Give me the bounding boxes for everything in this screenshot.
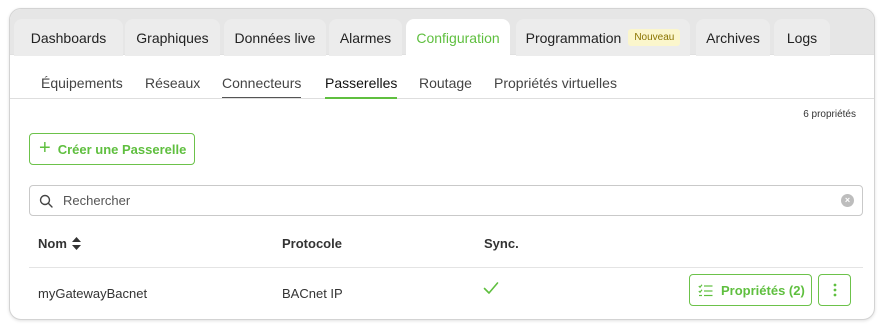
column-header-protocole: Protocole: [282, 236, 342, 251]
subtab-reseaux[interactable]: Réseaux: [145, 75, 200, 97]
sort-icon[interactable]: [71, 237, 81, 250]
search-box: ×: [29, 185, 863, 216]
search-input[interactable]: [63, 193, 803, 208]
checklist-icon: [698, 283, 713, 296]
tab-programmation[interactable]: Programmation Nouveau: [516, 19, 690, 56]
column-header-label: Nom: [38, 236, 67, 251]
tab-donnees-live[interactable]: Données live: [224, 19, 326, 56]
tab-label: Logs: [786, 29, 818, 46]
gateway-protocol-cell: BACnet IP: [282, 286, 343, 301]
properties-button[interactable]: Propriétés (2): [689, 274, 812, 306]
tab-dashboards[interactable]: Dashboards: [14, 19, 123, 56]
sync-check-icon: [483, 282, 499, 294]
tab-alarmes[interactable]: Alarmes: [329, 19, 402, 56]
more-vertical-icon: [833, 283, 836, 297]
table-divider: [29, 267, 863, 268]
create-gateway-label: Créer une Passerelle: [57, 141, 187, 157]
subtab-passerelles[interactable]: Passerelles: [325, 75, 398, 99]
row-menu-button[interactable]: [818, 274, 851, 306]
properties-button-label: Propriétés (2): [721, 282, 805, 298]
tab-configuration[interactable]: Configuration: [406, 19, 510, 57]
subtab-connecteurs[interactable]: Connecteurs: [222, 75, 302, 98]
create-gateway-button[interactable]: + Créer une Passerelle: [29, 133, 195, 165]
tab-label: Configuration: [416, 30, 500, 46]
tab-label: Archives: [706, 29, 760, 46]
gateways-panel: Dashboards Graphiques Données live Alarm…: [9, 8, 875, 320]
tab-label: Graphiques: [136, 29, 209, 46]
subtab-routage[interactable]: Routage: [419, 75, 472, 97]
tab-label: Alarmes: [339, 29, 392, 46]
subtab-equipements[interactable]: Équipements: [41, 75, 123, 97]
tab-logs[interactable]: Logs: [774, 19, 830, 56]
new-badge: Nouveau: [628, 29, 681, 46]
tab-graphiques[interactable]: Graphiques: [125, 19, 220, 56]
tab-label: Dashboards: [30, 29, 107, 46]
tab-label: Programmation: [525, 29, 622, 46]
tab-label: Données live: [234, 29, 316, 46]
search-icon: [39, 194, 53, 208]
plus-icon: +: [39, 137, 51, 159]
properties-count: 6 propriétés: [803, 109, 856, 120]
gateway-name-cell: myGatewayBacnet: [38, 286, 148, 301]
main-tabbar: Dashboards Graphiques Données live Alarm…: [10, 9, 874, 57]
tab-archives[interactable]: Archives: [696, 19, 770, 56]
sub-tabbar: Équipements Réseaux Connecteurs Passerel…: [10, 55, 874, 99]
subtab-proprietes-virtuelles[interactable]: Propriétés virtuelles: [494, 75, 617, 97]
column-header-nom[interactable]: Nom: [38, 236, 81, 251]
column-header-sync: Sync.: [484, 236, 519, 251]
clear-search-icon[interactable]: ×: [841, 194, 854, 207]
